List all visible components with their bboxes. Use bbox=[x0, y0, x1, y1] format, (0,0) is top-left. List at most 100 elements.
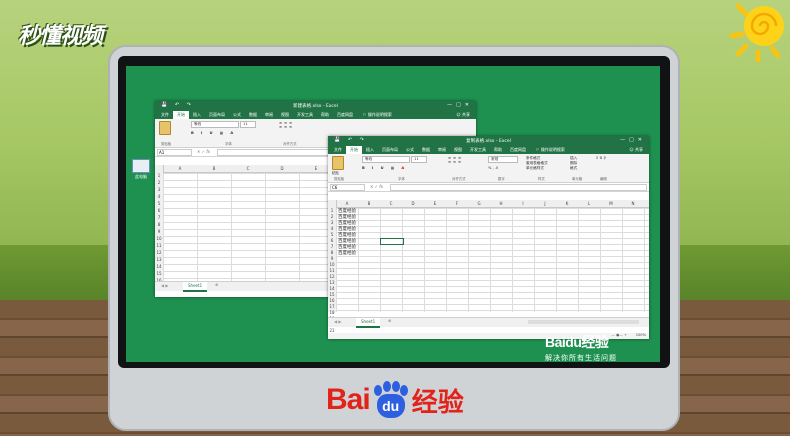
row-header[interactable]: 11 bbox=[155, 243, 163, 248]
number-format-select[interactable]: 常规 bbox=[488, 156, 518, 163]
row-header[interactable]: 12 bbox=[328, 274, 336, 279]
formula-icons[interactable]: ✕ ✓ fx bbox=[197, 149, 210, 154]
add-sheet-button[interactable]: ⊕ bbox=[388, 318, 391, 323]
window-controls[interactable]: —□✕ bbox=[447, 102, 473, 108]
column-header[interactable]: N bbox=[622, 201, 644, 206]
cell-a8[interactable]: 百度经验 bbox=[338, 250, 356, 256]
row-header[interactable]: 13 bbox=[328, 280, 336, 285]
column-header[interactable]: C bbox=[380, 201, 402, 206]
column-header[interactable]: A bbox=[336, 201, 358, 206]
name-box[interactable]: A1 bbox=[157, 149, 192, 156]
row-header[interactable]: 10 bbox=[328, 262, 336, 267]
column-header[interactable]: D bbox=[265, 166, 299, 171]
row-header[interactable]: 2 bbox=[328, 214, 336, 219]
row-header[interactable]: 1 bbox=[328, 208, 336, 213]
column-header[interactable]: B bbox=[197, 166, 231, 171]
column-header[interactable]: C bbox=[231, 166, 265, 171]
column-header[interactable]: D bbox=[402, 201, 424, 206]
row-header[interactable]: 15 bbox=[155, 271, 163, 276]
tab-3[interactable]: 页面布局 bbox=[378, 147, 402, 153]
row-header[interactable]: 18 bbox=[328, 310, 336, 315]
row-header[interactable]: 10 bbox=[155, 236, 163, 241]
tab-1[interactable]: 开始 bbox=[173, 111, 189, 119]
row-header[interactable]: 5 bbox=[328, 232, 336, 237]
editing-group[interactable]: Σ ⇅ ⚲ bbox=[596, 156, 606, 161]
row-header[interactable]: 6 bbox=[155, 208, 163, 213]
row-header[interactable]: 9 bbox=[155, 229, 163, 234]
font-size-select[interactable]: 11 bbox=[240, 121, 257, 128]
tab-7[interactable]: 视图 bbox=[450, 147, 466, 153]
tab-5[interactable]: 数据 bbox=[418, 147, 434, 153]
font-name-select[interactable]: 等线 bbox=[362, 156, 410, 163]
tab-10[interactable]: 百度网盘 bbox=[506, 147, 530, 153]
alignment-buttons[interactable]: ≡≡≡ ≡≡≡ bbox=[279, 121, 294, 129]
sheet-nav-arrows[interactable]: ◀ ▶ bbox=[161, 283, 168, 288]
font-style-buttons[interactable]: B I U ▦ A bbox=[191, 131, 256, 135]
row-header[interactable]: 6 bbox=[328, 238, 336, 243]
row-header[interactable]: 9 bbox=[328, 256, 336, 261]
font-style-buttons[interactable]: B I U ▦ A bbox=[362, 166, 427, 170]
share-button[interactable]: ☺ 共享 bbox=[626, 147, 649, 153]
alignment-buttons[interactable]: ≡≡≡ ≡≡≡ bbox=[448, 156, 463, 164]
horizontal-scrollbar[interactable] bbox=[528, 320, 639, 324]
sheet-tab[interactable]: Sheet1 bbox=[183, 282, 208, 292]
tab-6[interactable]: 审阅 bbox=[434, 147, 450, 153]
formula-icons[interactable]: ✕ ✓ fx bbox=[370, 184, 383, 189]
cell-grid[interactable] bbox=[336, 208, 649, 312]
column-header[interactable]: I bbox=[512, 201, 534, 206]
tab-0[interactable]: 文件 bbox=[157, 112, 173, 118]
tab-4[interactable]: 公式 bbox=[402, 147, 418, 153]
tab-4[interactable]: 公式 bbox=[229, 112, 245, 118]
tab-10[interactable]: 百度网盘 bbox=[333, 112, 357, 118]
desktop-icon-this-pc[interactable]: 此电脑 bbox=[129, 159, 153, 180]
row-header[interactable]: 3 bbox=[155, 187, 163, 192]
column-header[interactable]: B bbox=[358, 201, 380, 206]
font-name-select[interactable]: 等线 bbox=[191, 121, 239, 128]
tab-7[interactable]: 视图 bbox=[277, 112, 293, 118]
share-button[interactable]: ☺ 共享 bbox=[453, 112, 476, 118]
font-size-select[interactable]: 11 bbox=[411, 156, 428, 163]
cell-styles-button[interactable]: 单元格样式 bbox=[526, 166, 548, 171]
sheet-nav-arrows[interactable]: ◀ ▶ bbox=[334, 319, 341, 324]
row-header[interactable]: 15 bbox=[328, 292, 336, 297]
row-header[interactable]: 7 bbox=[328, 244, 336, 249]
window-controls[interactable]: —□✕ bbox=[620, 137, 646, 143]
column-header[interactable]: L bbox=[578, 201, 600, 206]
row-header[interactable]: 12 bbox=[155, 250, 163, 255]
excel-window-front[interactable]: 💾 ↶ ↷ 复制表格.xlsx - Excel —□✕ 文件 开始 插入 页面布局 公式… bbox=[328, 136, 649, 339]
row-header[interactable]: 5 bbox=[155, 201, 163, 206]
tab-8[interactable]: 开发工具 bbox=[466, 147, 490, 153]
number-buttons[interactable]: % , .0 bbox=[488, 166, 518, 170]
column-header[interactable]: F bbox=[446, 201, 468, 206]
tab-6[interactable]: 审阅 bbox=[261, 112, 277, 118]
tab-2[interactable]: 插入 bbox=[189, 112, 205, 118]
column-header[interactable]: E bbox=[424, 201, 446, 206]
format-button[interactable]: 格式 bbox=[570, 166, 577, 171]
paste-button[interactable] bbox=[159, 121, 171, 135]
tab-9[interactable]: 帮助 bbox=[317, 112, 333, 118]
row-header[interactable]: 2 bbox=[155, 180, 163, 185]
column-header[interactable]: H bbox=[490, 201, 512, 206]
formula-input[interactable] bbox=[390, 184, 647, 191]
row-header[interactable]: 7 bbox=[155, 215, 163, 220]
tab-3[interactable]: 页面布局 bbox=[205, 112, 229, 118]
column-header[interactable]: A bbox=[163, 166, 197, 171]
tab-9[interactable]: 帮助 bbox=[490, 147, 506, 153]
sheet-tab[interactable]: Sheet1 bbox=[356, 318, 381, 328]
paste-button[interactable]: 粘贴 bbox=[332, 156, 344, 175]
tab-8[interactable]: 开发工具 bbox=[293, 112, 317, 118]
row-header[interactable]: 14 bbox=[328, 286, 336, 291]
column-header[interactable]: M bbox=[600, 201, 622, 206]
tab-5[interactable]: 数据 bbox=[245, 112, 261, 118]
row-header[interactable]: 11 bbox=[328, 268, 336, 273]
tab-2[interactable]: 插入 bbox=[362, 147, 378, 153]
column-header[interactable]: G bbox=[468, 201, 490, 206]
tab-0[interactable]: 文件 bbox=[330, 147, 346, 153]
tell-me-search[interactable]: ⚐ 操作说明搜索 bbox=[532, 147, 569, 153]
row-header[interactable]: 8 bbox=[155, 222, 163, 227]
row-header[interactable]: 4 bbox=[328, 226, 336, 231]
tab-1[interactable]: 开始 bbox=[346, 146, 362, 154]
selected-cell[interactable] bbox=[380, 238, 404, 245]
row-header[interactable]: 17 bbox=[328, 304, 336, 309]
row-header[interactable]: 16 bbox=[328, 298, 336, 303]
